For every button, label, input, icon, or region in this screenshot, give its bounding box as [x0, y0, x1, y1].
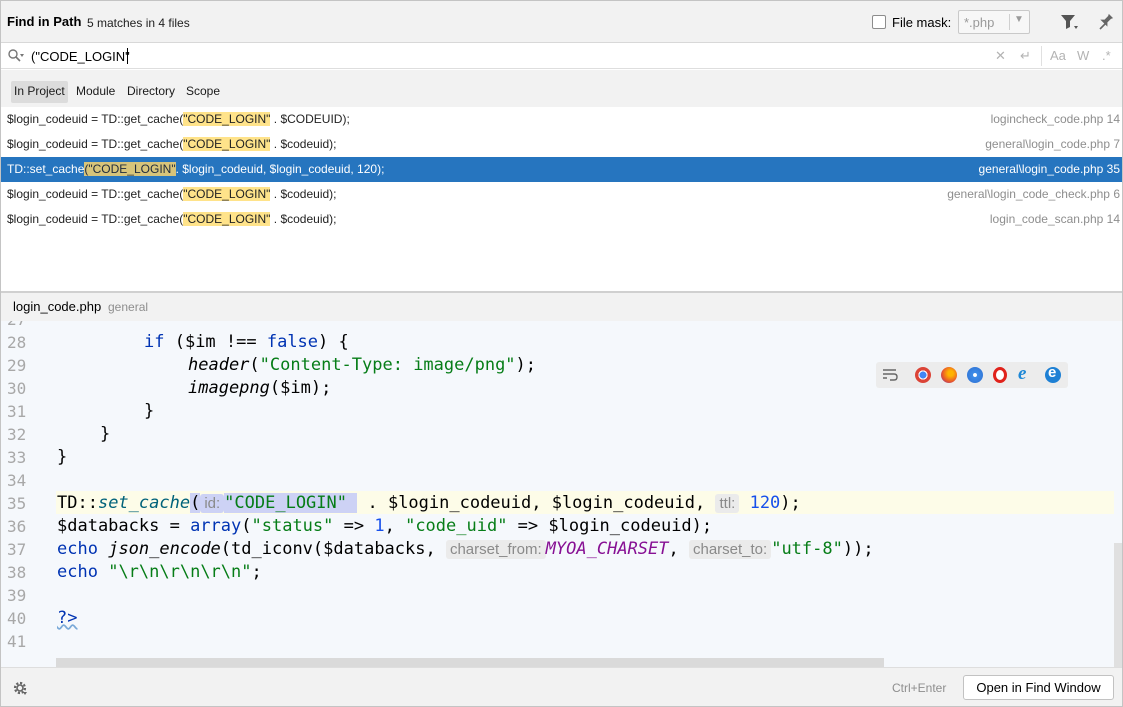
- preview-header: login_code.php general: [1, 293, 1122, 321]
- result-file: general\login_code.php 7: [985, 137, 1120, 151]
- result-row-selected[interactable]: TD::set_cache("CODE_LOGIN". $login_codeu…: [1, 157, 1122, 182]
- param-hint: id:: [200, 494, 225, 513]
- line-number: 39: [7, 586, 27, 605]
- scope-directory[interactable]: Directory: [124, 81, 178, 103]
- code-line: header("Content-Type: image/png");: [188, 355, 537, 375]
- options-divider: [1041, 46, 1042, 66]
- match-highlight: "CODE_LOGIN": [183, 137, 271, 151]
- scope-scope[interactable]: Scope: [183, 81, 223, 103]
- edge-icon-glyph: e: [1048, 364, 1057, 381]
- text-caret: [127, 48, 128, 64]
- code-line: ?>: [57, 608, 78, 628]
- match-highlight: "CODE_LOGIN": [183, 212, 271, 226]
- regex-toggle[interactable]: .*: [1102, 48, 1111, 63]
- result-row[interactable]: $login_codeuid = TD::get_cache("CODE_LOG…: [1, 182, 1122, 207]
- param-hint: ttl:: [715, 494, 740, 513]
- code-line: if ($im !== false) {: [144, 332, 349, 352]
- code-line: $databacks = array("status" => 1, "code_…: [57, 516, 713, 536]
- pin-icon[interactable]: [1097, 12, 1115, 32]
- result-code: $login_codeuid = TD::get_cache("CODE_LOG…: [7, 137, 337, 151]
- file-mask-label: File mask:: [892, 15, 952, 30]
- internet-explorer-icon[interactable]: e: [1018, 363, 1026, 385]
- dialog-title: Find in Path: [7, 14, 82, 29]
- result-file: logincheck_code.php 14: [990, 112, 1120, 126]
- code-preview[interactable]: 27 28 29 30 31 32 33 34 35 36 37 38 39 4…: [1, 321, 1122, 667]
- line-number: 33: [7, 448, 27, 467]
- find-in-path-dialog: Find in Path 5 matches in 4 files File m…: [0, 0, 1123, 707]
- result-code: $login_codeuid = TD::get_cache("CODE_LOG…: [7, 212, 337, 226]
- line-number: 41: [7, 632, 27, 651]
- vertical-scrollbar[interactable]: [1114, 543, 1122, 667]
- result-row[interactable]: $login_codeuid = TD::get_cache("CODE_LOG…: [1, 107, 1122, 132]
- line-number: 28: [7, 333, 27, 352]
- scope-in-project[interactable]: In Project: [11, 81, 68, 103]
- dialog-footer: Ctrl+Enter Open in Find Window: [1, 667, 1122, 706]
- shortcut-hint: Ctrl+Enter: [892, 681, 947, 695]
- gear-icon[interactable]: [12, 680, 28, 696]
- line-number: 27: [7, 321, 29, 329]
- chevron-down-icon: ▼: [1014, 14, 1024, 25]
- code-line: }: [100, 424, 111, 444]
- file-mask-checkbox[interactable]: [872, 15, 886, 29]
- param-hint: charset_from:: [445, 540, 546, 559]
- scope-module[interactable]: Module: [73, 81, 118, 103]
- file-mask-select[interactable]: *.php ▼: [958, 10, 1030, 34]
- code-line: }: [144, 401, 155, 421]
- open-in-find-window-button[interactable]: Open in Find Window: [963, 675, 1114, 700]
- search-input[interactable]: [31, 46, 631, 66]
- result-file: general\login_code_check.php 6: [947, 187, 1120, 201]
- words-toggle[interactable]: W: [1077, 48, 1089, 63]
- match-highlight: "CODE_LOGIN": [183, 112, 271, 126]
- line-number: 34: [7, 471, 27, 490]
- match-highlight: "CODE_LOGIN": [183, 187, 271, 201]
- result-file: general\login_code.php 35: [978, 162, 1120, 176]
- code-line: }: [57, 447, 68, 467]
- line-number: 35: [7, 494, 27, 513]
- line-number: 31: [7, 402, 27, 421]
- file-mask-value: *.php: [964, 15, 995, 30]
- code-line: TD::set_cache(id: "CODE_LOGIN" . $login_c…: [57, 493, 801, 513]
- newline-icon[interactable]: ↵: [1020, 48, 1031, 64]
- result-code: $login_codeuid = TD::get_cache("CODE_LOG…: [7, 112, 350, 126]
- code-line: imagepng($im);: [188, 378, 332, 398]
- line-number: 30: [7, 379, 27, 398]
- preview-file-name: login_code.php: [13, 299, 102, 314]
- line-number: 32: [7, 425, 27, 444]
- code-line: echo json_encode(td_iconv($databacks, ch…: [57, 539, 874, 559]
- result-file: login_code_scan.php 14: [989, 212, 1120, 226]
- line-number: 38: [7, 563, 27, 582]
- search-icon[interactable]: [7, 48, 25, 64]
- line-number: 37: [7, 540, 27, 559]
- line-number: 40: [7, 609, 27, 628]
- line-number: 36: [7, 517, 27, 536]
- match-highlight: ("CODE_LOGIN": [84, 162, 176, 176]
- file-mask-divider: [1009, 14, 1010, 30]
- result-row[interactable]: $login_codeuid = TD::get_cache("CODE_LOG…: [1, 207, 1122, 232]
- filter-icon[interactable]: [1059, 12, 1079, 32]
- browser-preview-toolbar: e e: [876, 362, 1068, 388]
- line-number: 29: [7, 356, 27, 375]
- results-list: $login_codeuid = TD::get_cache("CODE_LOG…: [1, 107, 1122, 292]
- opera-icon[interactable]: [993, 367, 1007, 383]
- result-code: $login_codeuid = TD::get_cache("CODE_LOG…: [7, 187, 337, 201]
- firefox-icon[interactable]: [941, 367, 957, 383]
- soft-wrap-icon[interactable]: [882, 368, 898, 382]
- code-line: echo "\r\n\r\n\r\n";: [57, 562, 262, 582]
- chrome-icon[interactable]: [915, 367, 931, 383]
- line-gutter: 27 28 29 30 31 32 33 34 35 36 37 38 39 4…: [1, 321, 56, 667]
- search-row: ✕ ↵ Aa W .*: [1, 43, 1122, 69]
- horizontal-scrollbar[interactable]: [56, 658, 884, 667]
- result-code: TD::set_cache("CODE_LOGIN". $login_codeu…: [7, 162, 385, 176]
- param-hint: charset_to:: [688, 540, 772, 559]
- result-row[interactable]: $login_codeuid = TD::get_cache("CODE_LOG…: [1, 132, 1122, 157]
- clear-icon[interactable]: ✕: [995, 48, 1006, 64]
- preview-file-dir: general: [108, 300, 149, 314]
- match-case-toggle[interactable]: Aa: [1050, 48, 1066, 63]
- dialog-header: Find in Path 5 matches in 4 files File m…: [1, 1, 1122, 43]
- safari-icon[interactable]: [967, 367, 983, 383]
- scope-tabs: In Project Module Directory Scope: [1, 70, 1122, 107]
- match-count: 5 matches in 4 files: [87, 16, 190, 30]
